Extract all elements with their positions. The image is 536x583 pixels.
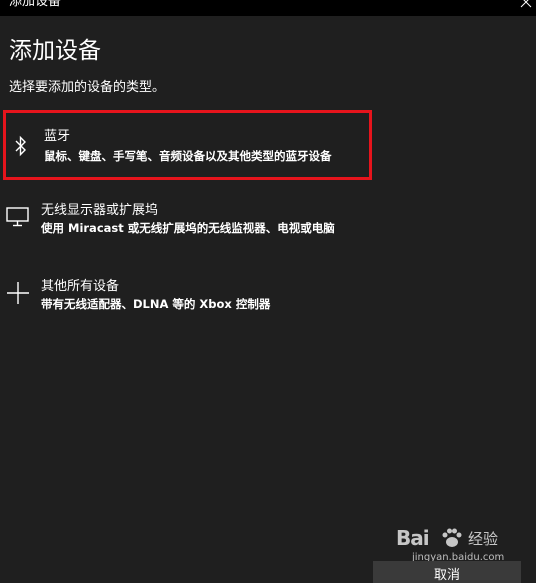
- close-icon: [520, 0, 532, 8]
- paw-icon: [440, 526, 464, 554]
- cancel-button[interactable]: 取消: [373, 561, 521, 583]
- plus-icon: [5, 280, 31, 306]
- watermark-brand: Bai: [396, 526, 430, 550]
- option-description: 使用 Miracast 或无线扩展坞的无线监视器、电视或电脑: [41, 221, 335, 235]
- monitor-icon: [5, 206, 31, 232]
- baidu-watermark: Bai 经验 jingyan.baidu.com: [396, 524, 506, 564]
- option-bluetooth[interactable]: 蓝牙 鼠标、键盘、手写笔、音频设备以及其他类型的蓝牙设备: [3, 110, 372, 180]
- page-title: 添加设备: [9, 38, 101, 64]
- add-device-window: 添加设备 添加设备 选择要添加的设备的类型。 蓝牙 鼠标、键盘、手写笔、音频设备…: [0, 0, 536, 583]
- option-label: 其他所有设备: [41, 279, 120, 294]
- window-title: 添加设备: [9, 0, 62, 9]
- option-other-devices[interactable]: 其他所有设备 带有无线适配器、DLNA 等的 Xbox 控制器: [3, 276, 372, 316]
- title-bar: 添加设备: [0, 0, 536, 16]
- watermark-jingyan: 经验: [468, 530, 499, 548]
- option-description: 带有无线适配器、DLNA 等的 Xbox 控制器: [41, 297, 271, 311]
- page-subtitle: 选择要添加的设备的类型。: [9, 80, 166, 95]
- close-button[interactable]: [514, 0, 536, 16]
- option-wireless-display[interactable]: 无线显示器或扩展坞 使用 Miracast 或无线扩展坞的无线监视器、电视或电脑: [3, 200, 372, 240]
- option-label: 蓝牙: [44, 129, 71, 144]
- bluetooth-icon: [10, 134, 36, 160]
- option-label: 无线显示器或扩展坞: [41, 203, 159, 218]
- option-description: 鼠标、键盘、手写笔、音频设备以及其他类型的蓝牙设备: [44, 149, 332, 163]
